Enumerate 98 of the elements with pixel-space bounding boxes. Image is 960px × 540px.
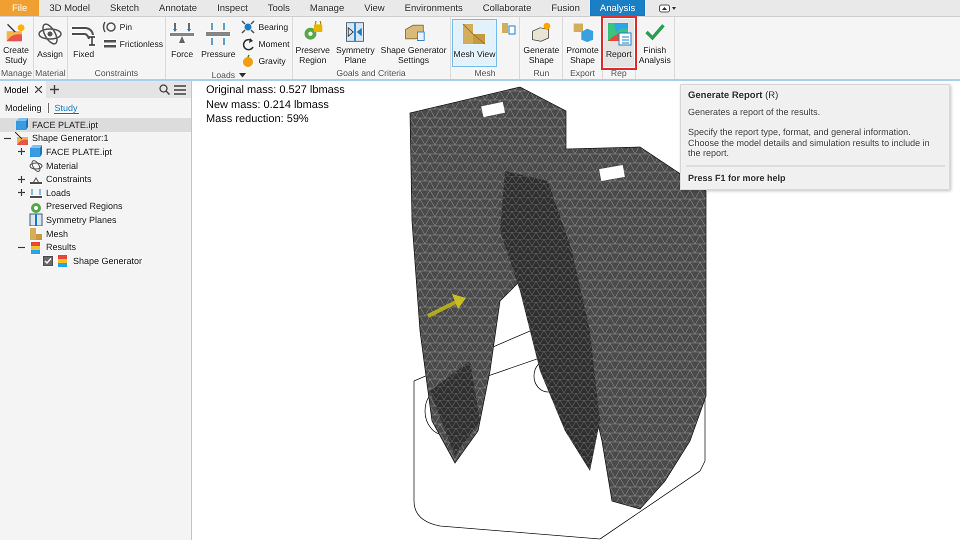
panel-title: Mesh — [474, 67, 496, 80]
close-icon[interactable] — [34, 86, 42, 93]
tree-row[interactable]: Loads — [0, 186, 191, 200]
panel-title: Manage — [1, 67, 32, 80]
expand-icon[interactable] — [18, 189, 24, 196]
panel-title: Goals and Criteria — [336, 67, 406, 80]
ribbon-button[interactable]: Fixed — [68, 19, 99, 67]
tree-row[interactable]: Results — [0, 240, 191, 254]
part-icon — [15, 118, 29, 132]
panel-title: Loads — [212, 69, 236, 82]
ribbon-button[interactable]: Gravity — [240, 53, 291, 69]
mass-info-text: Mass reduction: 59% — [206, 112, 310, 126]
study-icon — [15, 132, 29, 145]
tooltip-text: Specify the report type, format, and general information. Choose the model details and simulation results to include in the report. — [688, 127, 931, 158]
ribbon-button[interactable]: Bearing — [240, 19, 291, 35]
ribbon-tab[interactable]: Annotate — [149, 0, 208, 16]
atom-icon — [37, 21, 64, 47]
dropdown-icon[interactable] — [659, 4, 678, 12]
panel-title: Export — [570, 67, 595, 80]
ribbon-button[interactable]: Frictionless — [100, 36, 164, 52]
ribbon-button[interactable]: Generate Shape — [521, 19, 562, 67]
add-icon[interactable] — [50, 85, 59, 94]
tree-label: Shape Generator:1 — [32, 133, 109, 144]
report-icon — [606, 21, 632, 47]
tree-label: Constraints — [46, 174, 92, 184]
browser-mode-tab[interactable]: Modeling — [4, 103, 43, 113]
tooltip-title: Generate Report (R) — [688, 91, 780, 102]
tree-row[interactable]: Shape Generator:1 — [0, 132, 191, 146]
ribbon-button[interactable]: Report — [604, 19, 634, 67]
ribbon-button[interactable]: Finish Analysis — [636, 19, 673, 67]
menu-icon[interactable] — [174, 84, 186, 94]
panel-title: Constraints — [94, 67, 138, 80]
caret-icon[interactable] — [239, 73, 246, 78]
ribbon-tab[interactable]: Environments — [394, 0, 473, 16]
tree-row[interactable]: Shape Generator — [0, 254, 191, 268]
mesh-blocks-icon — [461, 21, 488, 47]
mesh-list-icon — [501, 21, 516, 35]
tree-label: Shape Generator — [73, 256, 142, 266]
panel-title: Run — [533, 67, 550, 80]
expand-icon[interactable] — [18, 176, 24, 183]
tree-label: Mesh — [46, 228, 68, 239]
bearing-icon — [240, 20, 256, 34]
ribbon-tab[interactable]: Inspect — [207, 0, 258, 16]
ribbon-button[interactable]: Symmetry Plane — [334, 19, 377, 67]
mass-info-text: New mass: 0.214 lbmass — [206, 98, 330, 112]
ribbon-button[interactable]: Assign — [35, 19, 66, 67]
part-icon — [29, 145, 43, 158]
mass-info-text: Original mass: 0.527 lbmass — [206, 83, 345, 98]
checkbox[interactable] — [43, 256, 53, 266]
tree-row[interactable]: Constraints — [0, 172, 191, 186]
ribbon-button[interactable]: Moment — [240, 36, 291, 52]
browser-mode-tab[interactable]: Study — [54, 102, 79, 114]
tree-row[interactable]: FACE PLATE.ipt — [0, 118, 191, 132]
color-scale-icon — [56, 254, 70, 268]
pressure-icon — [205, 21, 232, 47]
tree-row[interactable]: Preserved Regions — [0, 200, 191, 214]
tree-row[interactable]: FACE PLATE.ipt — [0, 145, 191, 159]
tree-label: FACE PLATE.ipt — [32, 120, 98, 130]
mesh-blocks-icon — [29, 227, 43, 240]
search-icon[interactable] — [159, 84, 170, 95]
atom-icon — [29, 159, 43, 172]
ribbon-tab[interactable]: View — [354, 0, 395, 16]
ribbon-tab[interactable]: Tools — [258, 0, 300, 16]
ribbon-button[interactable]: Promote Shape — [564, 19, 601, 67]
ribbon-button[interactable]: Shape Generator Settings — [378, 19, 449, 67]
tree-row[interactable]: Material — [0, 158, 191, 172]
ribbon-button[interactable]: Mesh View — [452, 19, 498, 67]
tree-row[interactable]: Symmetry Planes — [0, 213, 191, 227]
ribbon-tab[interactable]: 3D Model — [39, 0, 100, 16]
ribbon-tab[interactable]: Sketch — [100, 0, 150, 16]
panel-title: Material — [35, 67, 66, 80]
load-icon — [29, 186, 43, 200]
ribbon-tab[interactable]: Manage — [300, 0, 354, 16]
ribbon-button[interactable]: Create Study — [1, 19, 31, 67]
tree-label: Preserved Regions — [46, 201, 123, 212]
tree-label: Symmetry Planes — [46, 214, 117, 225]
panel-title: Rep — [610, 67, 627, 80]
ribbon-tab[interactable]: Collaborate — [472, 0, 542, 16]
tree-label: Results — [46, 242, 76, 252]
tooltip-help: Press F1 for more help — [688, 172, 787, 183]
ribbon-button[interactable]: Pin — [100, 19, 164, 35]
expand-icon[interactable] — [18, 148, 24, 156]
tree-label: Loads — [46, 188, 71, 198]
apple-icon — [240, 54, 256, 68]
tree-row[interactable]: Mesh — [0, 226, 191, 240]
browser-tab[interactable]: Model — [0, 81, 46, 98]
ribbon-tab[interactable]: Analysis — [590, 0, 646, 16]
symmetry-plane-icon — [29, 213, 43, 226]
ribbon-button[interactable]: Force — [167, 19, 198, 67]
ribbon-button[interactable]: Preserve Region — [294, 19, 332, 67]
tree-label: FACE PLATE.ipt — [46, 146, 112, 157]
tooltip-text: Generates a report of the results. — [688, 106, 822, 117]
moment-icon — [240, 37, 256, 51]
ribbon-tab[interactable]: Fusion — [541, 0, 590, 16]
tree-label: Material — [46, 160, 78, 171]
color-scale-icon — [29, 240, 43, 254]
ribbon-button[interactable]: Pressure — [199, 19, 238, 67]
pin-icon — [102, 20, 117, 34]
